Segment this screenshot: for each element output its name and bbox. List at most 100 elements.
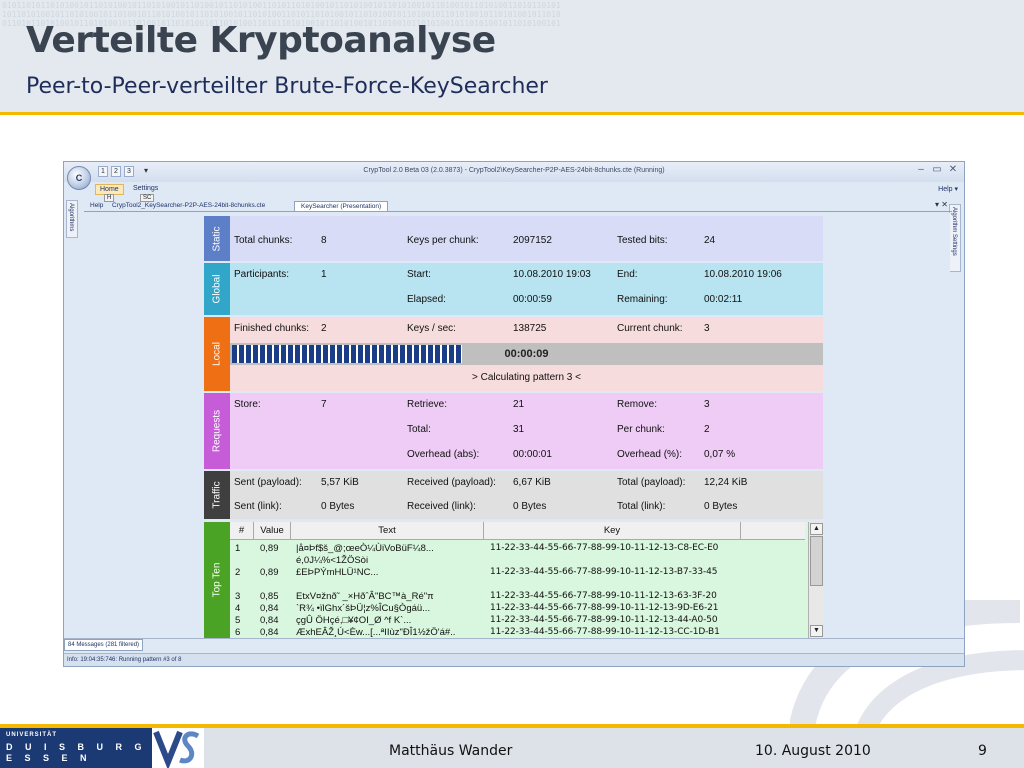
current-chunk-value: 3 bbox=[704, 323, 710, 334]
scroll-down-icon[interactable]: ▼ bbox=[810, 625, 823, 637]
remaining-label: Remaining: bbox=[617, 294, 668, 305]
start-value: 10.08.2010 19:03 bbox=[513, 269, 591, 280]
uni-line2: E S S E N bbox=[6, 753, 92, 763]
elapsed-value: 00:00:59 bbox=[513, 294, 552, 305]
help-menu[interactable]: Help ▾ bbox=[938, 185, 958, 193]
panel-global-label: Global bbox=[204, 263, 230, 315]
total-payload-value: 12,24 KiB bbox=[704, 477, 748, 488]
presentation-area: Static Total chunks: 8 Keys per chunk: 2… bbox=[80, 213, 950, 638]
keys-per-chunk-label: Keys per chunk: bbox=[407, 235, 479, 246]
total-link-label: Total (link): bbox=[617, 501, 666, 512]
column-header-value[interactable]: Value bbox=[254, 522, 291, 540]
elapsed-label: Elapsed: bbox=[407, 294, 446, 305]
messages-tab[interactable]: 84 Messages (281 filtered) bbox=[64, 639, 144, 651]
university-logo: UNIVERSITÄT D U I S B U R G E S S E N bbox=[0, 728, 152, 768]
per-chunk-value: 2 bbox=[704, 424, 710, 435]
vs-logo-icon bbox=[152, 728, 204, 768]
panel-global: Global Participants: 1 Start: 10.08.2010… bbox=[204, 263, 823, 315]
doc-tab-workspace[interactable]: CrypTool2_KeySearcher-P2P-AES-24bit-8chu… bbox=[106, 201, 271, 210]
quick-access-dropdown-icon[interactable]: ▾ bbox=[144, 166, 148, 175]
panel-local: Local Finished chunks: 2 Keys / sec: 138… bbox=[204, 317, 823, 391]
panel-local-label: Local bbox=[204, 317, 230, 391]
window-title: CrypTool 2.0 Beta 03 (2.0.3873) - CrypTo… bbox=[363, 167, 665, 174]
tested-bits-label: Tested bits: bbox=[617, 235, 668, 246]
titlebar: CrypTool 2.0 Beta 03 (2.0.3873) - CrypTo… bbox=[64, 162, 964, 182]
algorithm-settings-label: Algorithm Settings bbox=[951, 207, 957, 256]
total-requests-value: 31 bbox=[513, 424, 525, 435]
remove-label: Remove: bbox=[617, 399, 658, 410]
chunk-progress-time: 00:00:09 bbox=[504, 348, 549, 360]
column-header-text[interactable]: Text bbox=[291, 522, 484, 540]
total-requests-label: Total: bbox=[407, 424, 431, 435]
tab-settings[interactable]: Settings bbox=[129, 184, 162, 193]
store-label: Store: bbox=[234, 399, 261, 410]
store-value: 7 bbox=[321, 399, 327, 410]
current-chunk-label: Current chunk: bbox=[617, 323, 683, 334]
uni-line1: D U I S B U R G bbox=[6, 742, 147, 752]
header-rule bbox=[0, 112, 1024, 115]
finished-chunks-value: 2 bbox=[321, 323, 327, 334]
panel-requests-label: Requests bbox=[204, 393, 230, 469]
slide-header: 0101101011010100101101010010110101001011… bbox=[0, 0, 1024, 115]
remaining-value: 00:02:11 bbox=[704, 294, 743, 305]
ribbon-tabs: Home Settings H SC Help ▾ bbox=[64, 182, 964, 202]
document-tabs: Help CrypTool2_KeySearcher-P2P-AES-24bit… bbox=[84, 200, 952, 212]
overhead-pct-label: Overhead (%): bbox=[617, 449, 683, 460]
panel-traffic-label: Traffic bbox=[204, 471, 230, 519]
footer-author: Matthäus Wander bbox=[389, 743, 513, 759]
keys-sec-value: 138725 bbox=[513, 323, 547, 334]
received-payload-label: Received (payload): bbox=[407, 477, 496, 488]
sent-payload-label: Sent (payload): bbox=[234, 477, 302, 488]
slide-subtitle: Peer-to-Peer-verteilter Brute-Force-KeyS… bbox=[26, 74, 548, 99]
slide-title: Verteilte Kryptoanalyse bbox=[26, 20, 496, 61]
algorithms-sidebar[interactable]: Algorithms bbox=[66, 200, 78, 238]
panel-topten: Top Ten # Value Text Key 1 0,89 |å¤Þf$š_@;… bbox=[204, 522, 823, 638]
scroll-thumb[interactable] bbox=[810, 536, 823, 586]
messages-area: 84 Messages (281 filtered) bbox=[64, 638, 964, 652]
received-payload-value: 6,67 KiB bbox=[513, 477, 551, 488]
total-chunks-label: Total chunks: bbox=[234, 235, 293, 246]
sent-link-label: Sent (link): bbox=[234, 501, 282, 512]
minimize-button[interactable]: – bbox=[914, 164, 928, 175]
sent-link-value: 0 Bytes bbox=[321, 501, 355, 512]
quick-access-1-button[interactable]: 1 bbox=[98, 166, 108, 177]
keys-sec-label: Keys / sec: bbox=[407, 323, 456, 334]
tab-close-controls[interactable]: ▾ ✕ bbox=[935, 200, 948, 209]
app-window: CrypTool 2.0 Beta 03 (2.0.3873) - CrypTo… bbox=[63, 161, 965, 667]
end-label: End: bbox=[617, 269, 638, 280]
uni-small-text: UNIVERSITÄT bbox=[6, 732, 58, 738]
panel-topten-label: Top Ten bbox=[204, 522, 230, 638]
total-payload-label: Total (payload): bbox=[617, 477, 686, 488]
quick-access-2-button[interactable]: 2 bbox=[111, 166, 121, 177]
remove-value: 3 bbox=[704, 399, 710, 410]
retrieve-value: 21 bbox=[513, 399, 525, 410]
algorithm-settings-sidebar[interactable]: Algorithm Settings bbox=[949, 204, 961, 272]
footer-date: 10. August 2010 bbox=[755, 743, 871, 759]
topten-header: # Value Text Key bbox=[230, 522, 805, 540]
maximize-button[interactable]: ▭ bbox=[930, 164, 944, 175]
info-status-bar: Info: 19:04:35:746: Running pattern #3 o… bbox=[64, 653, 964, 666]
footer-page-number: 9 bbox=[978, 743, 987, 759]
panel-static-label: Static bbox=[204, 216, 230, 261]
topten-scrollbar[interactable]: ▲ ▼ bbox=[808, 522, 823, 638]
participants-label: Participants: bbox=[234, 269, 290, 280]
calculation-status: > Calculating pattern 3 < bbox=[472, 372, 581, 383]
end-value: 10.08.2010 19:06 bbox=[704, 269, 782, 280]
sent-payload-value: 5,57 KiB bbox=[321, 477, 359, 488]
panel-traffic: Traffic Sent (payload): 5,57 KiB Receive… bbox=[204, 471, 823, 519]
retrieve-label: Retrieve: bbox=[407, 399, 448, 410]
tested-bits-value: 24 bbox=[704, 235, 716, 246]
column-header-key[interactable]: Key bbox=[484, 522, 741, 540]
chunk-progress-bar: 00:00:09 bbox=[230, 343, 823, 365]
quick-access-3-button[interactable]: 3 bbox=[124, 166, 134, 177]
per-chunk-label: Per chunk: bbox=[617, 424, 665, 435]
start-label: Start: bbox=[407, 269, 431, 280]
overhead-abs-label: Overhead (abs): bbox=[407, 449, 480, 460]
doc-tab-keysearcher[interactable]: KeySearcher (Presentation) bbox=[294, 201, 389, 211]
finished-chunks-label: Finished chunks: bbox=[234, 323, 310, 334]
participants-value: 1 bbox=[321, 269, 327, 280]
scroll-up-icon[interactable]: ▲ bbox=[810, 523, 823, 535]
column-header-num[interactable]: # bbox=[230, 522, 254, 540]
overhead-pct-value: 0,07 % bbox=[704, 449, 736, 460]
close-button[interactable]: ✕ bbox=[946, 164, 960, 175]
